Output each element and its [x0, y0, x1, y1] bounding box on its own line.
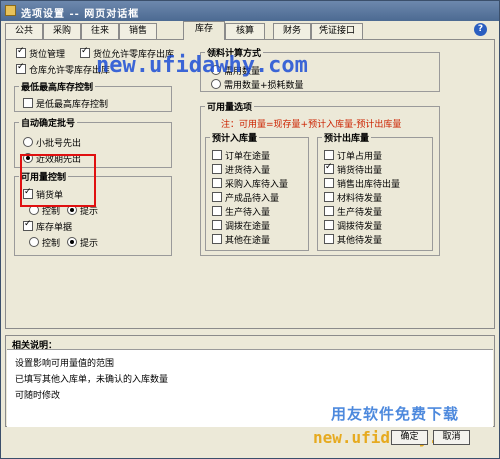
checkbox-icon[interactable]	[324, 234, 334, 244]
description-line: 可随时修改	[15, 391, 61, 401]
out-item[interactable]: 调拨待发量	[324, 220, 382, 232]
checkbox-icon[interactable]	[212, 164, 222, 174]
ok-button[interactable]: 确定	[391, 430, 428, 445]
checkbox-icon[interactable]	[324, 150, 334, 160]
radio-icon[interactable]	[29, 237, 39, 247]
expected-in-group: 预计入库量 订单在途量 进货待入量 采购入库待入量 产成品待入量 生产待入量 调…	[205, 131, 309, 251]
out-item[interactable]: 材料待发量	[324, 192, 382, 204]
availability-options-group: 可用量选项 注：可用量=现存量+预计入库量-预计出库量 预计入库量 订单在途量 …	[200, 100, 440, 256]
tab-inventory[interactable]: 库存	[183, 21, 225, 40]
required-plus-loss-option[interactable]: 需用数量+损耗数量	[211, 79, 304, 91]
out-item[interactable]: 销售出库待出量	[324, 178, 400, 190]
description-line: 设置影响可用量值的范围	[15, 359, 115, 369]
out-item[interactable]: 订单占用量	[324, 150, 382, 162]
small-batch-first-option[interactable]: 小批号先出	[23, 137, 81, 149]
checkbox-icon[interactable]	[324, 192, 334, 202]
checkbox-icon[interactable]	[23, 219, 33, 231]
help-icon[interactable]: ?	[474, 23, 487, 36]
in-item[interactable]: 其他在途量	[212, 234, 270, 246]
checkbox-icon[interactable]	[324, 220, 334, 230]
stock-doc-check[interactable]: 库存单据	[23, 219, 72, 233]
tab-voucher-interface[interactable]: 凭证接口	[311, 23, 363, 39]
checkbox-icon[interactable]	[212, 178, 222, 188]
window-title: 选项设置 -- 网页对话框	[21, 9, 140, 20]
checkbox-icon[interactable]	[80, 46, 90, 58]
radio-icon[interactable]	[23, 137, 33, 147]
tab-costing[interactable]: 核算	[225, 23, 265, 39]
group-title: 预计出库量	[322, 131, 372, 144]
cancel-button[interactable]: 取消	[433, 430, 470, 445]
min-max-stock-option[interactable]: 是低最高库存控制	[23, 98, 108, 110]
checkbox-icon[interactable]	[324, 206, 334, 216]
watermark-url-top: new.ufidawhy.com	[96, 53, 308, 78]
stock-control-radio[interactable]: 控制	[29, 237, 60, 249]
group-title: 可用量选项	[205, 100, 255, 113]
in-item[interactable]: 产成品待入量	[212, 192, 279, 204]
in-item[interactable]: 生产待入量	[212, 206, 270, 218]
checkbox-icon[interactable]	[212, 206, 222, 216]
tab-sales[interactable]: 销售	[119, 23, 157, 39]
checkbox-icon[interactable]	[16, 46, 26, 58]
out-item[interactable]: 其他待发量	[324, 234, 382, 246]
expected-out-group: 预计出库量 订单占用量 销货待出量 销售出库待出量 材料待发量 生产待发量 调拨…	[317, 131, 433, 251]
checkbox-icon[interactable]	[212, 220, 222, 230]
group-title: 预计入库量	[210, 131, 260, 144]
group-title: 自动确定批号	[19, 116, 78, 129]
tab-accounts[interactable]: 往来	[81, 23, 119, 39]
checkbox-icon[interactable]	[212, 234, 222, 244]
checkbox-icon[interactable]	[212, 192, 222, 202]
tab-common[interactable]: 公共	[5, 23, 43, 39]
availability-formula-note: 注：可用量=现存量+预计入库量-预计出库量	[221, 120, 402, 130]
dialog-window: 选项设置 -- 网页对话框 公共 采购 往来 销售 库存 核算 财务 凭证接口 …	[0, 0, 500, 459]
in-item[interactable]: 采购入库待入量	[212, 178, 288, 190]
description-line: 已填写其他入库单，未确认的入库数量	[15, 375, 169, 385]
location-mgmt-option[interactable]: 货位管理	[16, 46, 65, 60]
out-item[interactable]: 生产待发量	[324, 206, 382, 218]
window-icon	[5, 5, 16, 16]
checkbox-icon[interactable]	[23, 98, 33, 108]
watermark-brand: 用友软件免费下载	[331, 405, 460, 423]
highlight-box	[20, 154, 96, 207]
radio-icon[interactable]	[211, 79, 221, 89]
checkbox-icon[interactable]	[324, 178, 334, 188]
in-item[interactable]: 进货待入量	[212, 164, 270, 176]
title-bar[interactable]: 选项设置 -- 网页对话框	[1, 1, 499, 21]
group-title: 最低最高库存控制	[19, 80, 96, 93]
tab-finance[interactable]: 财务	[273, 23, 311, 39]
in-item[interactable]: 订单在途量	[212, 150, 270, 162]
stock-prompt-radio[interactable]: 提示	[67, 237, 98, 249]
checkbox-icon[interactable]	[212, 150, 222, 160]
min-max-stock-group: 最低最高库存控制 是低最高库存控制	[14, 80, 172, 112]
checkbox-icon[interactable]	[324, 162, 334, 174]
out-item[interactable]: 销货待出量	[324, 162, 382, 176]
checkbox-icon[interactable]	[16, 62, 26, 74]
radio-icon[interactable]	[67, 237, 77, 247]
in-item[interactable]: 调拨在途量	[212, 220, 270, 232]
tab-purchase[interactable]: 采购	[43, 23, 81, 39]
